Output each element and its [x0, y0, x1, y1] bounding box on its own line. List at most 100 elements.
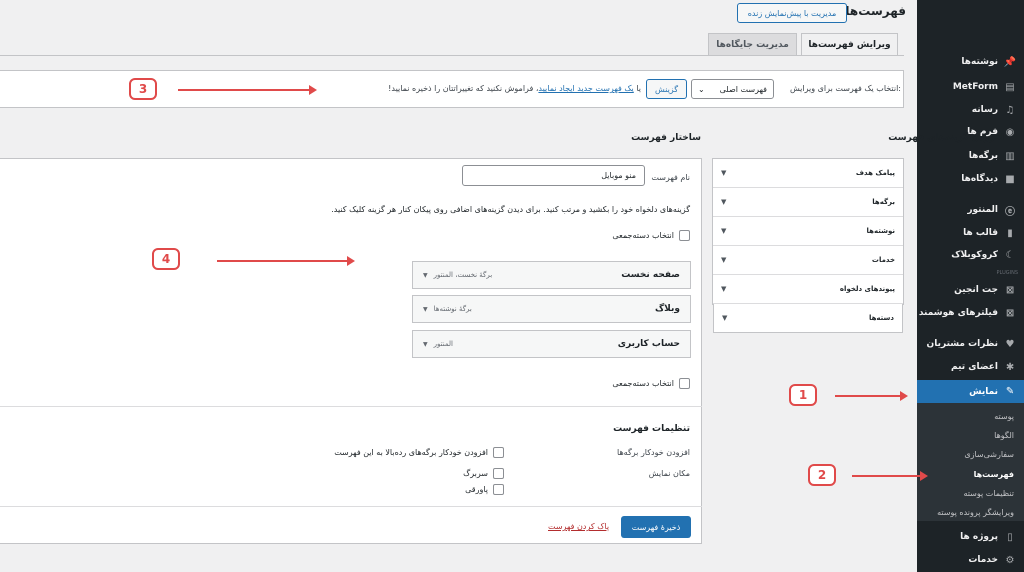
triangle-down-icon[interactable]: ▼: [423, 306, 428, 313]
sidebar-item-smart-filters[interactable]: ⊠ فیلترهای هوشمند: [917, 302, 1024, 324]
sidebar-item-appearance[interactable]: ✎ نمایش: [917, 380, 1024, 403]
menu-name-label: نام فهرست: [651, 173, 690, 182]
annotation-arrowhead: [309, 85, 317, 95]
plugins-tag: PLUGINS: [996, 270, 1018, 276]
tabs-divider: [0, 55, 904, 56]
checkbox[interactable]: [679, 230, 690, 241]
accordion-section[interactable]: برگه‌ها ▼: [713, 188, 903, 217]
elementor-icon: ⓔ: [1005, 206, 1015, 218]
sidebar-item-crocoblock[interactable]: ☾ کروکوبلاک: [917, 244, 1024, 266]
menu-item-title: وبلاگ: [654, 304, 680, 314]
moon-icon: ☾: [1005, 249, 1015, 261]
menu-item-type: برگهٔ نخست، المنتور: [433, 271, 493, 279]
checkbox[interactable]: [679, 378, 690, 389]
annotation-arrow: [178, 89, 310, 91]
settings-divider: [0, 406, 702, 407]
sidebar-item-services[interactable]: ⚙ خدمات: [917, 549, 1024, 571]
gear-icon: ⚙: [1005, 554, 1015, 566]
sidebar-item-jetengine[interactable]: ⊠ جت انجین: [917, 279, 1024, 301]
checkbox[interactable]: [493, 468, 504, 479]
drag-instructions: گزینه‌های دلخواه خود را بکشید و مرتب کنی…: [331, 205, 690, 214]
template-icon: ▮: [1007, 227, 1013, 239]
sidebar-item-posts[interactable]: 📌 نوشته‌ها: [917, 51, 1024, 73]
location-header-option[interactable]: سربرگ: [463, 468, 504, 479]
sidebar-item-projects[interactable]: ▯ پروژه ها: [917, 526, 1024, 548]
select-hint: یا یک فهرست جدید ایجاد نمایید، فراموش نک…: [388, 84, 641, 93]
select-menu-label: انتخاب یک فهرست برای ویرایش:: [789, 84, 901, 93]
menu-item-title: حساب کاربری: [617, 339, 680, 349]
sidebar-item-media[interactable]: ♫ رسانه: [917, 99, 1024, 121]
auto-add-label: افزودن خودکار برگه‌ها: [617, 448, 690, 457]
pin-icon: 📌: [1003, 56, 1017, 68]
menu-name-input[interactable]: منو موبایل: [462, 165, 645, 186]
triangle-down-icon[interactable]: ▼: [423, 341, 428, 348]
menu-settings-title: تنظیمات فهرست: [613, 424, 690, 434]
footer-divider: [0, 506, 702, 507]
jet-icon: ⊠: [1005, 284, 1015, 296]
checkbox[interactable]: [493, 447, 504, 458]
or-text: یا: [636, 84, 641, 93]
accordion-section[interactable]: دسته‌ها ▼: [713, 304, 903, 333]
submenu-theme-editor[interactable]: ویرایشگر پرونده پوسته: [917, 503, 1024, 521]
save-menu-button[interactable]: ذخیرهٔ فهرست: [621, 516, 691, 538]
sidebar-item-team[interactable]: ✱ اعضای تیم: [917, 356, 1024, 378]
menu-select-dropdown[interactable]: فهرست اصلی ⌄: [691, 79, 774, 99]
bulk-select-top[interactable]: انتخاب دسته‌جمعی: [612, 230, 690, 241]
submenu-menus[interactable]: فهرست‌ها: [917, 465, 1024, 483]
triangle-down-icon: ▼: [722, 314, 728, 322]
sidebar-item-elementor[interactable]: ⓔ المنتور: [917, 199, 1024, 221]
bulk-select-bottom[interactable]: انتخاب دسته‌جمعی: [612, 378, 690, 389]
menu-item[interactable]: حساب کاربری المنتور ▼: [412, 330, 691, 358]
annotation-arrow: [217, 260, 348, 262]
accordion-section[interactable]: پیامک هدف ▼: [713, 159, 903, 188]
annotation-arrowhead: [920, 471, 928, 481]
forms-icon: ◉: [1005, 126, 1015, 138]
menu-item[interactable]: صفحه نخست برگهٔ نخست، المنتور ▼: [412, 261, 691, 289]
submenu-patterns[interactable]: الگوها: [917, 426, 1024, 444]
annotation-arrowhead: [900, 391, 908, 401]
location-footer-option[interactable]: پاورقی: [465, 484, 504, 495]
submenu-customize[interactable]: سفارشی‌سازی: [917, 445, 1024, 463]
auto-add-option[interactable]: افزودن خودکار برگه‌های رده‌بالا به این ف…: [334, 447, 504, 458]
annotation-4: 4: [152, 248, 180, 270]
choose-menu-button[interactable]: گزینش: [646, 79, 687, 99]
jet-icon: ⊠: [1005, 307, 1015, 319]
accordion-section[interactable]: خدمات ▼: [713, 246, 903, 275]
sidebar-item-pages[interactable]: ▥ برگه‌ها: [917, 145, 1024, 167]
media-icon: ♫: [1005, 104, 1015, 116]
annotation-arrow: [852, 475, 922, 477]
triangle-down-icon[interactable]: ▼: [423, 272, 428, 279]
person-icon: ✱: [1005, 361, 1015, 373]
admin-sidebar: 📌 نوشته‌ها ▤ MetForm ♫ رسانه ◉ فرم ها ▥ برگه‌…: [911, 0, 1024, 572]
live-preview-button[interactable]: مدیریت با پیش‌نمایش زنده: [737, 3, 847, 23]
triangle-down-icon: ▼: [721, 227, 727, 235]
sidebar-item-testimonials[interactable]: ♥ نظرات مشتریان: [917, 333, 1024, 355]
annotation-2: 2: [808, 464, 836, 486]
menu-structure-panel: نام فهرست منو موبایل گزینه‌های دلخواه خو…: [0, 158, 702, 544]
tab-manage-locations[interactable]: مدیریت جایگاه‌ها: [708, 33, 797, 55]
annotation-1: 1: [789, 384, 817, 406]
submenu-themes[interactable]: پوسته: [917, 407, 1024, 425]
selected-menu: فهرست اصلی: [719, 84, 767, 94]
chevron-down-icon: ⌄: [698, 84, 705, 94]
delete-menu-link[interactable]: پاک کردن فهرست: [548, 522, 609, 531]
create-menu-link[interactable]: یک فهرست جدید ایجاد نمایید: [538, 84, 633, 93]
triangle-down-icon: ▼: [721, 198, 727, 206]
menu-item[interactable]: وبلاگ برگهٔ نوشته‌ها ▼: [412, 295, 691, 323]
checkbox[interactable]: [493, 484, 504, 495]
accordion-section[interactable]: نوشته‌ها ▼: [713, 217, 903, 246]
brush-icon: ✎: [1005, 386, 1015, 397]
menu-item-type: المنتور: [433, 340, 453, 348]
page-icon: ▥: [1005, 150, 1015, 162]
page-title: فهرست‌ها: [845, 4, 906, 18]
tab-edit-menus[interactable]: ویرایش فهرست‌ها: [801, 33, 898, 55]
save-reminder: ، فراموش نکنید که تغییراتتان را ذخیره نم…: [388, 84, 539, 93]
accordion-section[interactable]: پیوندهای دلخواه ▼: [713, 275, 903, 304]
sidebar-item-comments[interactable]: ■ دیدگاه‌ها: [917, 168, 1024, 190]
submenu-theme-settings[interactable]: تنظیمات پوسته: [917, 484, 1024, 502]
annotation-arrowhead: [347, 256, 355, 266]
sidebar-item-templates[interactable]: ▮ قالب ها: [917, 222, 1024, 244]
comment-icon: ■: [1005, 173, 1015, 185]
triangle-down-icon: ▼: [721, 285, 727, 293]
sidebar-item-metform[interactable]: ▤ MetForm: [917, 76, 1024, 98]
